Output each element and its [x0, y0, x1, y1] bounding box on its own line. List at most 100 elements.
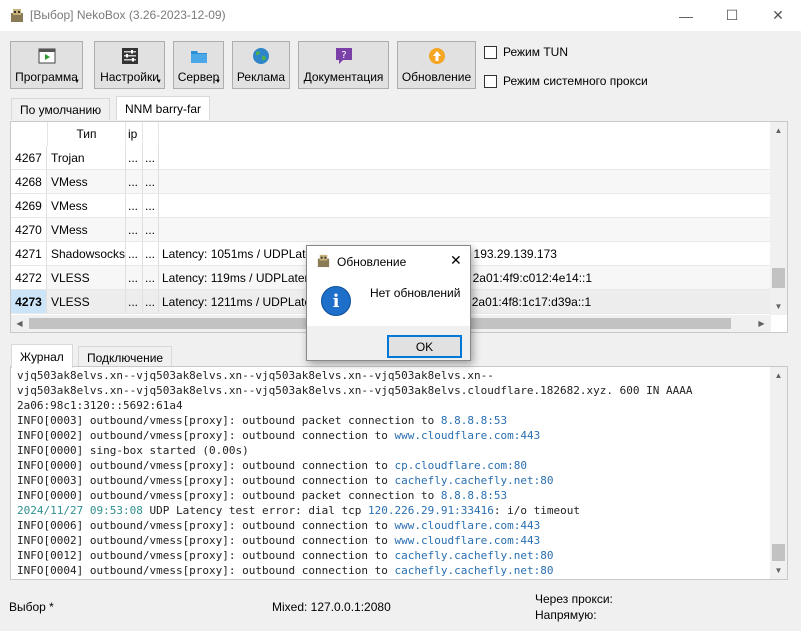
nekobox-app-icon: [11, 9, 23, 22]
ok-label: OK: [415, 339, 434, 354]
log-line: vjq503ak8elvs.xn--vjq503ak8elvs.xn--vjq5…: [17, 369, 494, 382]
row-test-result: [159, 194, 771, 217]
table-row[interactable]: 4269 VMess ... ...: [11, 194, 771, 218]
log-line: 2a06:98c1:3120::5692:61a4: [17, 399, 183, 412]
info-icon: i: [321, 286, 351, 316]
row-number: 4267: [11, 146, 47, 169]
dialog-body: i Нет обновлений: [307, 276, 470, 326]
log-line: INFO[0000] outbound/vmess[proxy]: outbou…: [17, 459, 527, 472]
settings-icon: [120, 46, 140, 66]
row-address: ...: [126, 266, 143, 289]
tab-connections[interactable]: Подключение: [78, 346, 173, 368]
log-vertical-scrollbar[interactable]: ▲ ▼: [770, 367, 787, 579]
table-row[interactable]: 4268 VMess ... ...: [11, 170, 771, 194]
header-address[interactable]: ip: [126, 122, 143, 146]
row-number: 4273: [11, 290, 47, 313]
system-proxy-label: Режим системного прокси: [503, 74, 648, 88]
header-name[interactable]: [143, 122, 159, 146]
dropdown-arrow-icon: ▼: [156, 79, 162, 85]
scroll-right-icon[interactable]: ▶: [753, 315, 770, 332]
close-window-button[interactable]: ✕: [755, 0, 801, 31]
row-number: 4270: [11, 218, 47, 241]
row-type: Trojan: [48, 146, 126, 169]
documentation-button[interactable]: ? Документация: [298, 41, 389, 89]
row-address: ...: [126, 146, 143, 169]
dialog-message: Нет обновлений: [370, 286, 461, 300]
row-address: ...: [126, 170, 143, 193]
scroll-left-icon[interactable]: ◀: [11, 315, 28, 332]
status-direct: Напрямую:: [535, 608, 597, 622]
dialog-title-bar: Обновление ✕: [307, 246, 470, 276]
scroll-up-icon[interactable]: ▲: [770, 122, 787, 139]
program-menu-button[interactable]: Программа ▼: [10, 41, 83, 89]
row-type: VLESS: [48, 290, 126, 313]
minimize-button[interactable]: —: [663, 0, 709, 31]
header-type-label: Тип: [76, 127, 97, 141]
title-bar: [Выбор] NekoBox (3.26-2023-12-09) — ☐ ✕: [0, 0, 801, 31]
row-type: VLESS: [48, 266, 126, 289]
log-line: INFO[0002] outbound/vmess[proxy]: outbou…: [17, 534, 541, 547]
log-line: INFO[0006] outbound/vmess[proxy]: outbou…: [17, 519, 541, 532]
settings-label: Настройки: [100, 70, 159, 84]
dialog-close-icon[interactable]: ✕: [450, 252, 462, 269]
row-test-result: [159, 170, 771, 193]
row-test-result: [159, 146, 771, 169]
tun-mode-checkbox[interactable]: Режим TUN: [484, 45, 568, 59]
tab-nnm-barry-far[interactable]: NNM barry-far: [116, 96, 211, 120]
tab-label: Подключение: [87, 350, 164, 365]
dropdown-arrow-icon: ▼: [215, 79, 221, 85]
row-address: ...: [126, 194, 143, 217]
checkbox-box[interactable]: [484, 74, 497, 88]
svg-text:?: ?: [341, 50, 346, 61]
program-icon: [37, 46, 57, 66]
row-type: Shadowsocks: [48, 242, 126, 265]
ok-button[interactable]: OK: [387, 335, 462, 358]
table-header: Тип ip: [11, 122, 771, 146]
documentation-label: Документация: [303, 70, 384, 84]
scroll-up-icon[interactable]: ▲: [770, 367, 787, 384]
scroll-down-icon[interactable]: ▼: [770, 562, 787, 579]
settings-menu-button[interactable]: Настройки ▼: [94, 41, 165, 89]
row-name: ...: [143, 266, 159, 289]
update-dialog: Обновление ✕ i Нет обновлений OK: [306, 245, 471, 361]
tab-label: По умолчанию: [20, 102, 102, 117]
checkbox-box[interactable]: [484, 45, 497, 59]
log-line: INFO[0000] sing-box started (0.00s): [17, 444, 249, 457]
table-row[interactable]: 4270 VMess ... ...: [11, 218, 771, 242]
row-address: ...: [126, 290, 143, 313]
row-name: ...: [143, 194, 159, 217]
log-view[interactable]: vjq503ak8elvs.xn--vjq503ak8elvs.xn--vjq5…: [10, 366, 788, 580]
scroll-thumb[interactable]: [772, 268, 785, 288]
maximize-button[interactable]: ☐: [709, 0, 755, 31]
close-icon: ✕: [772, 7, 784, 23]
dropdown-arrow-icon: ▼: [74, 79, 80, 85]
row-address: ...: [126, 242, 143, 265]
status-via-proxy: Через прокси:: [535, 592, 613, 606]
globe-icon: [251, 46, 271, 66]
tab-default-group[interactable]: По умолчанию: [11, 98, 111, 120]
tab-label: NNM barry-far: [125, 101, 202, 116]
log-line: INFO[0003] outbound/vmess[proxy]: outbou…: [17, 414, 508, 427]
scroll-down-icon[interactable]: ▼: [770, 298, 787, 315]
update-button[interactable]: Обновление: [397, 41, 476, 89]
ads-button[interactable]: Реклама: [232, 41, 290, 89]
header-type[interactable]: Тип: [48, 122, 126, 146]
row-address: ...: [126, 218, 143, 241]
tab-log[interactable]: Журнал: [11, 344, 73, 368]
row-name: ...: [143, 146, 159, 169]
maximize-icon: ☐: [725, 7, 739, 23]
row-number: 4272: [11, 266, 47, 289]
scroll-thumb[interactable]: [772, 544, 785, 561]
system-proxy-checkbox[interactable]: Режим системного прокси: [484, 74, 648, 88]
log-line: INFO[0003] outbound/vmess[proxy]: outbou…: [17, 474, 554, 487]
window-title: [Выбор] NekoBox (3.26-2023-12-09): [30, 8, 226, 22]
server-menu-button[interactable]: Сервер ▼: [173, 41, 224, 89]
log-line: INFO[0000] outbound/vmess[proxy]: outbou…: [17, 489, 508, 502]
table-row[interactable]: 4267 Trojan ... ...: [11, 146, 771, 170]
log-line: INFO[0002] outbound/vmess[proxy]: outbou…: [17, 429, 541, 442]
tab-label: Журнал: [20, 349, 64, 364]
row-name: ...: [143, 218, 159, 241]
header-address-label: ip: [128, 127, 138, 141]
table-vertical-scrollbar[interactable]: ▲ ▼: [770, 122, 787, 315]
header-corner: [11, 122, 48, 146]
